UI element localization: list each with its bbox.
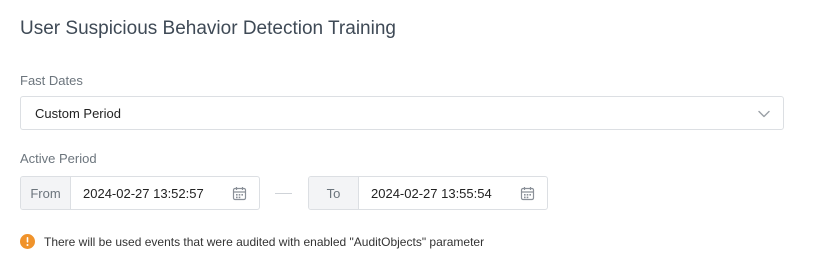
date-to-group: To 2024-02-27 13:55:54: [308, 176, 548, 210]
calendar-icon[interactable]: [520, 186, 535, 201]
from-addon-label: From: [21, 177, 71, 209]
date-to-value: 2024-02-27 13:55:54: [371, 186, 492, 201]
fast-dates-select[interactable]: Custom Period: [20, 96, 784, 130]
date-to-input[interactable]: 2024-02-27 13:55:54: [359, 177, 547, 209]
fast-dates-label: Fast Dates: [20, 73, 83, 88]
info-icon: [20, 234, 35, 249]
notice-text: There will be used events that were audi…: [44, 235, 485, 249]
date-from-input[interactable]: 2024-02-27 13:52:57: [71, 177, 259, 209]
page-title: User Suspicious Behavior Detection Train…: [20, 18, 396, 39]
date-from-group: From 2024-02-27 13:52:57: [20, 176, 260, 210]
date-from-value: 2024-02-27 13:52:57: [83, 186, 204, 201]
active-period-label: Active Period: [20, 151, 97, 166]
fast-dates-selected-value: Custom Period: [35, 106, 121, 121]
calendar-icon[interactable]: [232, 186, 247, 201]
date-range-separator: [275, 193, 292, 194]
to-addon-label: To: [309, 177, 359, 209]
chevron-down-icon[interactable]: [757, 107, 771, 121]
